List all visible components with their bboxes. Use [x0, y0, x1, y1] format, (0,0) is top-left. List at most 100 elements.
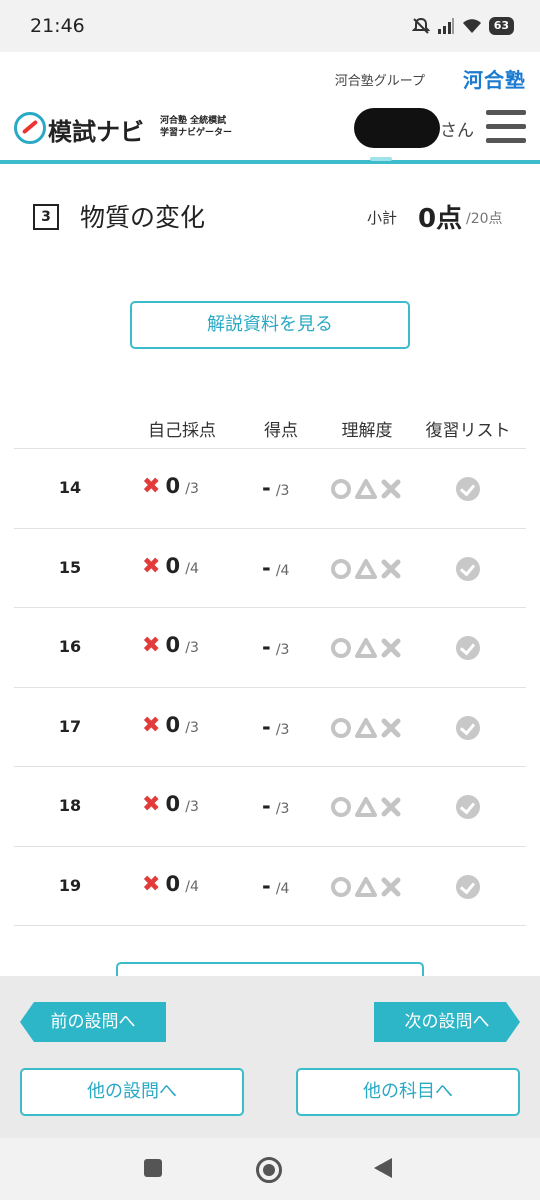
recents-icon[interactable]	[144, 1159, 162, 1177]
android-nav-bar	[0, 1138, 540, 1200]
score-value: -	[262, 873, 271, 898]
self-score-value: 0	[165, 792, 181, 816]
subtotal-total: /20点	[466, 211, 503, 227]
self-score-cell: ✖ 0 /3	[142, 633, 232, 658]
cross-icon[interactable]	[380, 876, 402, 898]
cross-icon: ✖	[142, 633, 161, 658]
cross-icon: ✖	[142, 792, 161, 817]
understanding-options	[330, 558, 410, 580]
circle-icon[interactable]	[330, 478, 352, 500]
row-divider	[14, 925, 526, 926]
self-score-value: 0	[165, 553, 181, 578]
kawai-logo[interactable]: 河合塾	[463, 64, 526, 93]
score-cell: - /4	[262, 556, 312, 580]
check-icon[interactable]	[456, 795, 480, 819]
menu-icon[interactable]	[486, 110, 526, 144]
score-max: /3	[275, 642, 290, 658]
question-number: 18	[58, 796, 82, 815]
back-icon[interactable]	[374, 1158, 392, 1178]
triangle-icon[interactable]	[355, 478, 377, 500]
cross-icon[interactable]	[380, 637, 402, 659]
cross-icon[interactable]	[380, 558, 402, 580]
score-cell: - /3	[262, 476, 312, 500]
understanding-options	[330, 717, 410, 739]
other-subject-button[interactable]: 他の科目へ	[296, 1068, 520, 1116]
header-understanding: 理解度	[341, 421, 393, 441]
row-divider	[14, 845, 526, 847]
understanding-options	[330, 876, 410, 898]
question-number: 19	[58, 875, 82, 895]
self-score-value: 0	[165, 633, 181, 657]
check-icon[interactable]	[456, 636, 480, 660]
header-self-score: 自己採点	[148, 421, 216, 441]
logo-icon	[14, 112, 46, 144]
cross-icon[interactable]	[380, 717, 402, 739]
cross-icon: ✖	[142, 871, 161, 897]
score-max: /4	[275, 562, 290, 579]
question-number: 15	[58, 557, 82, 577]
home-icon[interactable]	[256, 1157, 282, 1183]
triangle-icon[interactable]	[355, 637, 377, 659]
circle-icon[interactable]	[330, 876, 352, 898]
check-icon[interactable]	[456, 715, 480, 740]
check-icon[interactable]	[456, 556, 480, 581]
score-value: -	[262, 794, 271, 818]
cross-icon: ✖	[142, 712, 161, 738]
self-score-value: 0	[165, 871, 181, 896]
other-question-button[interactable]: 他の設問へ	[20, 1068, 244, 1116]
row-divider	[14, 686, 526, 688]
group-text: 河合塾グループ	[334, 74, 425, 89]
status-time: 21:46	[30, 15, 85, 37]
cross-icon[interactable]	[380, 796, 402, 818]
understanding-options	[330, 478, 410, 500]
subtotal-score: 0点	[418, 204, 463, 234]
triangle-icon[interactable]	[355, 558, 377, 580]
check-icon[interactable]	[456, 477, 480, 501]
score-cell: - /3	[262, 715, 312, 739]
question-number: 17	[58, 716, 82, 736]
score-value: -	[262, 476, 271, 500]
score-max: /3	[275, 721, 290, 738]
group-bar: 河合塾グループ 河合塾	[0, 52, 540, 98]
wifi-icon	[462, 19, 481, 33]
row-divider	[14, 766, 526, 767]
self-score-max: /4	[185, 560, 199, 577]
question-number: 16	[58, 637, 82, 656]
explain-button[interactable]: 解説資料を見る	[130, 301, 410, 349]
circle-icon[interactable]	[330, 717, 352, 739]
score-cell: - /3	[262, 635, 312, 659]
score-max: /3	[275, 801, 290, 817]
scroll-indicator	[370, 157, 392, 161]
header-review-list: 復習リスト	[425, 421, 511, 441]
next-question-button[interactable]: 次の設問へ	[374, 1002, 520, 1042]
row-divider	[14, 527, 526, 529]
self-score-max: /3	[185, 719, 199, 736]
prev-question-button[interactable]: 前の設問へ	[20, 1002, 166, 1042]
self-score-max: /3	[185, 799, 199, 815]
self-score-max: /3	[185, 640, 199, 656]
check-icon[interactable]	[456, 874, 480, 899]
score-max: /3	[275, 483, 290, 499]
triangle-icon[interactable]	[355, 876, 377, 898]
self-score-max: /3	[185, 481, 199, 497]
self-score-value: 0	[165, 474, 181, 498]
cross-icon: ✖	[142, 474, 161, 499]
circle-icon[interactable]	[330, 637, 352, 659]
self-score-cell: ✖ 0 /4	[142, 872, 232, 897]
question-number: 14	[58, 478, 82, 497]
self-score-cell: ✖ 0 /3	[142, 474, 232, 499]
app-title[interactable]: 模試ナビ	[48, 112, 144, 147]
triangle-icon[interactable]	[355, 717, 377, 739]
score-value: -	[262, 714, 271, 739]
cross-icon[interactable]	[380, 478, 402, 500]
row-divider	[14, 607, 526, 608]
understanding-options	[330, 637, 410, 659]
circle-icon[interactable]	[330, 558, 352, 580]
self-score-max: /4	[185, 878, 199, 895]
app-subtitle-line2: 学習ナビゲーター	[160, 128, 233, 138]
subtotal-label: 小計	[367, 209, 398, 227]
circle-icon[interactable]	[330, 796, 352, 818]
status-bar: 21:46 63	[0, 0, 540, 52]
self-score-cell: ✖ 0 /4	[142, 554, 232, 579]
triangle-icon[interactable]	[355, 796, 377, 818]
